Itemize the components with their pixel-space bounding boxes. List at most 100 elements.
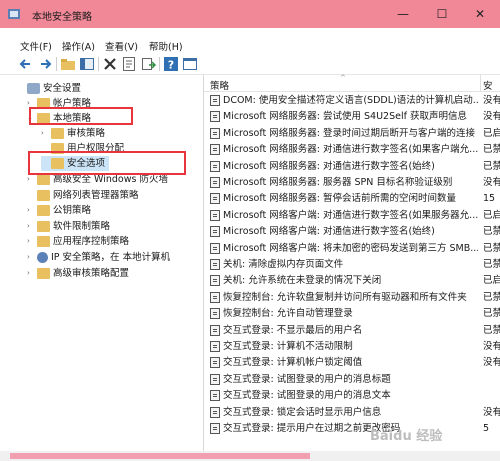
- policy-setting: 15: [483, 193, 496, 205]
- tree-item[interactable]: › 高级审核策略配置: [27, 266, 129, 281]
- policy-row[interactable]: 恢复控制台: 允许自动管理登录 已禁: [204, 306, 500, 321]
- policy-row[interactable]: Microsoft 网络客户端: 对通信进行数字签名(始终) 已禁: [204, 224, 500, 239]
- minimize-button[interactable]: —: [383, 0, 423, 28]
- tree-item[interactable]: 安全设置: [17, 81, 81, 96]
- policy-row[interactable]: 交互式登录: 计算机不活动限制 没有: [204, 339, 500, 354]
- policy-row[interactable]: Microsoft 网络客户端: 将未加密的密码发送到第三方 SMB... 已禁: [204, 241, 500, 256]
- policy-icon: [210, 324, 220, 336]
- policy-row[interactable]: 恢复控制台: 允许软盘复制并访问所有驱动器和所有文件夹 已禁: [204, 290, 500, 305]
- toolbar-separator: [159, 57, 160, 71]
- scrollbar-thumb[interactable]: [10, 453, 310, 459]
- toolbar-separator: [98, 57, 99, 71]
- tree-item-label: 高级安全 Windows 防火墙: [53, 174, 168, 185]
- policy-icon: [210, 373, 220, 385]
- policy-row[interactable]: 关机: 允许系统在未登录的情况下关闭 已启: [204, 273, 500, 288]
- tree-item-label: IP 安全策略，在 本地计算机: [51, 252, 171, 263]
- expander-icon[interactable]: ›: [27, 250, 35, 265]
- back-icon[interactable]: [18, 56, 34, 72]
- policy-name: DCOM: 使用安全描述符定义语言(SDDL)语法的计算机启动...: [223, 95, 478, 106]
- expander-icon[interactable]: ›: [27, 266, 35, 281]
- security-policy-app-icon: [8, 9, 20, 19]
- tree-item[interactable]: › 公钥策略: [27, 203, 91, 218]
- policy-row[interactable]: 交互式登录: 提示用户在过期之前更改密码 5: [204, 421, 500, 436]
- policy-row[interactable]: Microsoft 网络服务器: 登录时间过期后断开与客户端的连接 已启: [204, 126, 500, 141]
- folder-icon: [37, 205, 50, 216]
- tree-pane: 安全设置 › 帐户策略 ⌄ 本地策略 › 审核策略 用户权限分配 安全选项 › 高级安全 Windo…: [15, 75, 204, 461]
- policy-setting: 已禁: [483, 291, 500, 303]
- toolbar: ?: [0, 54, 500, 75]
- menu-file[interactable]: 文件(F): [20, 39, 52, 53]
- policy-row[interactable]: 交互式登录: 试图登录的用户的消息文本: [204, 388, 500, 403]
- policy-setting: 没有: [483, 357, 500, 369]
- policy-row[interactable]: 交互式登录: 计算机帐户锁定阈值 没有: [204, 355, 500, 370]
- policy-row[interactable]: 交互式登录: 试图登录的用户的消息标题: [204, 372, 500, 387]
- svg-text:?: ?: [168, 59, 174, 72]
- policy-icon: [210, 275, 220, 287]
- show-tree-icon[interactable]: [79, 56, 95, 72]
- menu-view[interactable]: 查看(V): [105, 39, 138, 53]
- policy-row[interactable]: 交互式登录: 不显示最后的用户名 已禁: [204, 323, 500, 338]
- close-button[interactable]: ✕: [460, 0, 500, 28]
- policy-name: 交互式登录: 试图登录的用户的消息文本: [223, 390, 391, 402]
- export-icon[interactable]: [140, 56, 156, 72]
- policy-name: Microsoft 网络服务器: 服务器 SPN 目标名称验证级别: [223, 177, 453, 188]
- policy-row[interactable]: Microsoft 网络服务器: 服务器 SPN 目标名称验证级别 没有: [204, 175, 500, 190]
- tree-item[interactable]: › 审核策略: [41, 126, 105, 141]
- policy-icon: [210, 390, 220, 402]
- policy-row[interactable]: 交互式登录: 锁定会话时显示用户信息 没有: [204, 405, 500, 420]
- policy-icon: [210, 259, 220, 270]
- policy-setting: 已禁: [483, 259, 500, 270]
- highlight-box-local-policy: [29, 107, 133, 125]
- policy-icon: [210, 193, 220, 205]
- policy-icon: [210, 406, 220, 418]
- expander-icon[interactable]: ›: [27, 203, 35, 218]
- delete-icon[interactable]: [102, 56, 118, 72]
- policy-row[interactable]: Microsoft 网络服务器: 暂停会话前所需的空闲时间数量 15: [204, 191, 500, 206]
- policy-name: Microsoft 网络服务器: 对通信进行数字签名(始终): [223, 160, 435, 172]
- policy-setting: 已启: [483, 209, 500, 221]
- policy-name: Microsoft 网络服务器: 尝试使用 S4U2Self 获取声明信息: [223, 111, 467, 123]
- tree-item[interactable]: › 软件限制策略: [27, 219, 110, 234]
- horizontal-scrollbar[interactable]: [0, 451, 500, 461]
- policy-setting: 已禁: [483, 308, 500, 320]
- policy-setting: 5: [483, 423, 490, 434]
- policy-setting: 已禁: [483, 160, 500, 172]
- policy-icon: [210, 111, 220, 123]
- folder-icon: [37, 174, 50, 185]
- policy-row[interactable]: Microsoft 网络服务器: 对通信进行数字签名(如果客户端允... 已禁: [204, 142, 500, 157]
- policy-name: 关机: 允许系统在未登录的情况下关闭: [223, 275, 382, 287]
- expander-icon[interactable]: ›: [41, 126, 49, 141]
- column-setting-header[interactable]: 安: [483, 78, 493, 92]
- forward-icon[interactable]: [37, 56, 53, 72]
- policy-row[interactable]: Microsoft 网络服务器: 对通信进行数字签名(始终) 已禁: [204, 159, 500, 174]
- maximize-button[interactable]: ☐: [422, 0, 462, 28]
- menu-action[interactable]: 操作(A): [62, 39, 95, 53]
- console-icon[interactable]: [182, 56, 198, 72]
- policy-icon: [210, 160, 220, 172]
- watermark: Baidu 经验: [370, 429, 443, 444]
- policy-name: Microsoft 网络服务器: 登录时间过期后断开与客户端的连接: [223, 127, 475, 139]
- tree-item[interactable]: › 应用程序控制策略: [27, 234, 129, 249]
- tree-item-label: 公钥策略: [53, 205, 92, 216]
- policy-row[interactable]: Microsoft 网络服务器: 尝试使用 S4U2Self 获取声明信息 没有: [204, 109, 500, 124]
- policy-row[interactable]: Microsoft 网络客户端: 对通信进行数字签名(如果服务器允... 已启: [204, 208, 500, 223]
- tree-item[interactable]: › IP 安全策略，在 本地计算机: [27, 250, 170, 265]
- policy-name: 交互式登录: 不显示最后的用户名: [223, 324, 363, 336]
- properties-icon[interactable]: [121, 56, 137, 72]
- policy-icon: [210, 226, 220, 238]
- policy-row[interactable]: 关机: 清除虚拟内存页面文件 已禁: [204, 257, 500, 272]
- policy-name: Microsoft 网络客户端: 对通信进行数字签名(始终): [223, 226, 435, 238]
- folder-icon: [37, 221, 50, 232]
- sort-caret-icon: ^: [340, 74, 346, 82]
- help-icon[interactable]: ?: [163, 56, 179, 72]
- column-divider[interactable]: [480, 75, 481, 91]
- tree-item[interactable]: 网络列表管理器策略: [27, 188, 139, 203]
- column-policy-header[interactable]: 策略: [210, 78, 229, 92]
- policy-row[interactable]: DCOM: 使用安全描述符定义语言(SDDL)语法的计算机启动... 没有: [204, 93, 500, 108]
- up-folder-icon[interactable]: [60, 56, 76, 72]
- policy-setting: 已禁: [483, 144, 500, 156]
- expander-icon[interactable]: ›: [27, 234, 35, 249]
- menu-help[interactable]: 帮助(H): [149, 39, 183, 53]
- expander-icon[interactable]: ›: [27, 219, 35, 234]
- policy-icon: [210, 209, 220, 221]
